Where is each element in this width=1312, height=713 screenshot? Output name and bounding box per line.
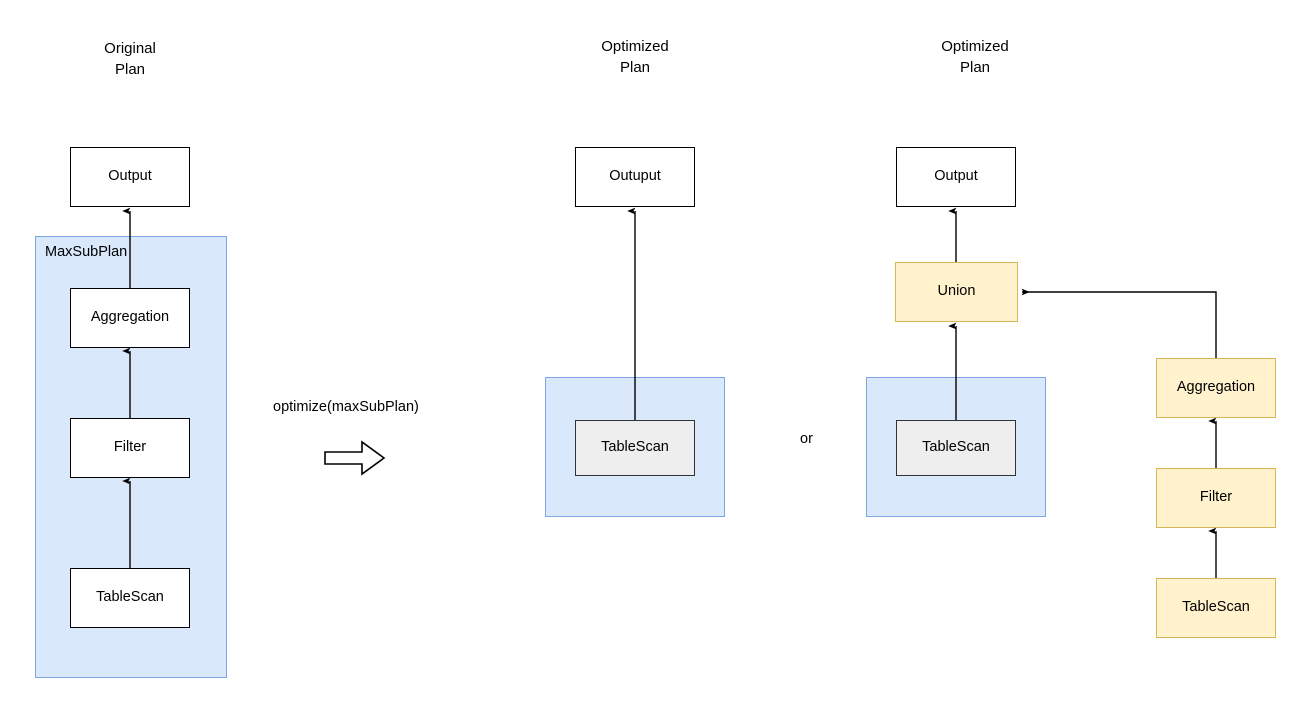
- group-label-max-sub-plan: MaxSubPlan: [45, 244, 128, 260]
- node-opt-b-aggregation[interactable]: Aggregation: [1156, 358, 1276, 418]
- node-orig-aggregation[interactable]: Aggregation: [70, 288, 190, 348]
- alternative-separator-label: or: [800, 431, 813, 447]
- node-orig-output[interactable]: Output: [70, 147, 190, 207]
- node-opt-b-union[interactable]: Union: [895, 262, 1018, 322]
- column-title-optimized-plan-a: Optimized Plan: [601, 38, 669, 76]
- node-opt-b-tablescan-right[interactable]: TableScan: [1156, 578, 1276, 638]
- block-arrow-icon: [324, 440, 386, 476]
- node-orig-filter[interactable]: Filter: [70, 418, 190, 478]
- node-orig-tablescan[interactable]: TableScan: [70, 568, 190, 628]
- column-title-optimized-plan-b: Optimized Plan: [941, 38, 1009, 76]
- node-opt-b-filter[interactable]: Filter: [1156, 468, 1276, 528]
- edge-opt-b-aggregation-to-union: [1021, 288, 1217, 358]
- column-title-original-plan: Original Plan: [104, 40, 156, 78]
- diagram-canvas: Original Plan Optimized Plan Optimized P…: [0, 0, 1312, 713]
- node-opt-a-output[interactable]: Outuput: [575, 147, 695, 207]
- node-opt-a-tablescan[interactable]: TableScan: [575, 420, 695, 476]
- transform-label: optimize(maxSubPlan): [273, 399, 419, 415]
- node-opt-b-tablescan[interactable]: TableScan: [896, 420, 1016, 476]
- node-opt-b-output[interactable]: Output: [896, 147, 1016, 207]
